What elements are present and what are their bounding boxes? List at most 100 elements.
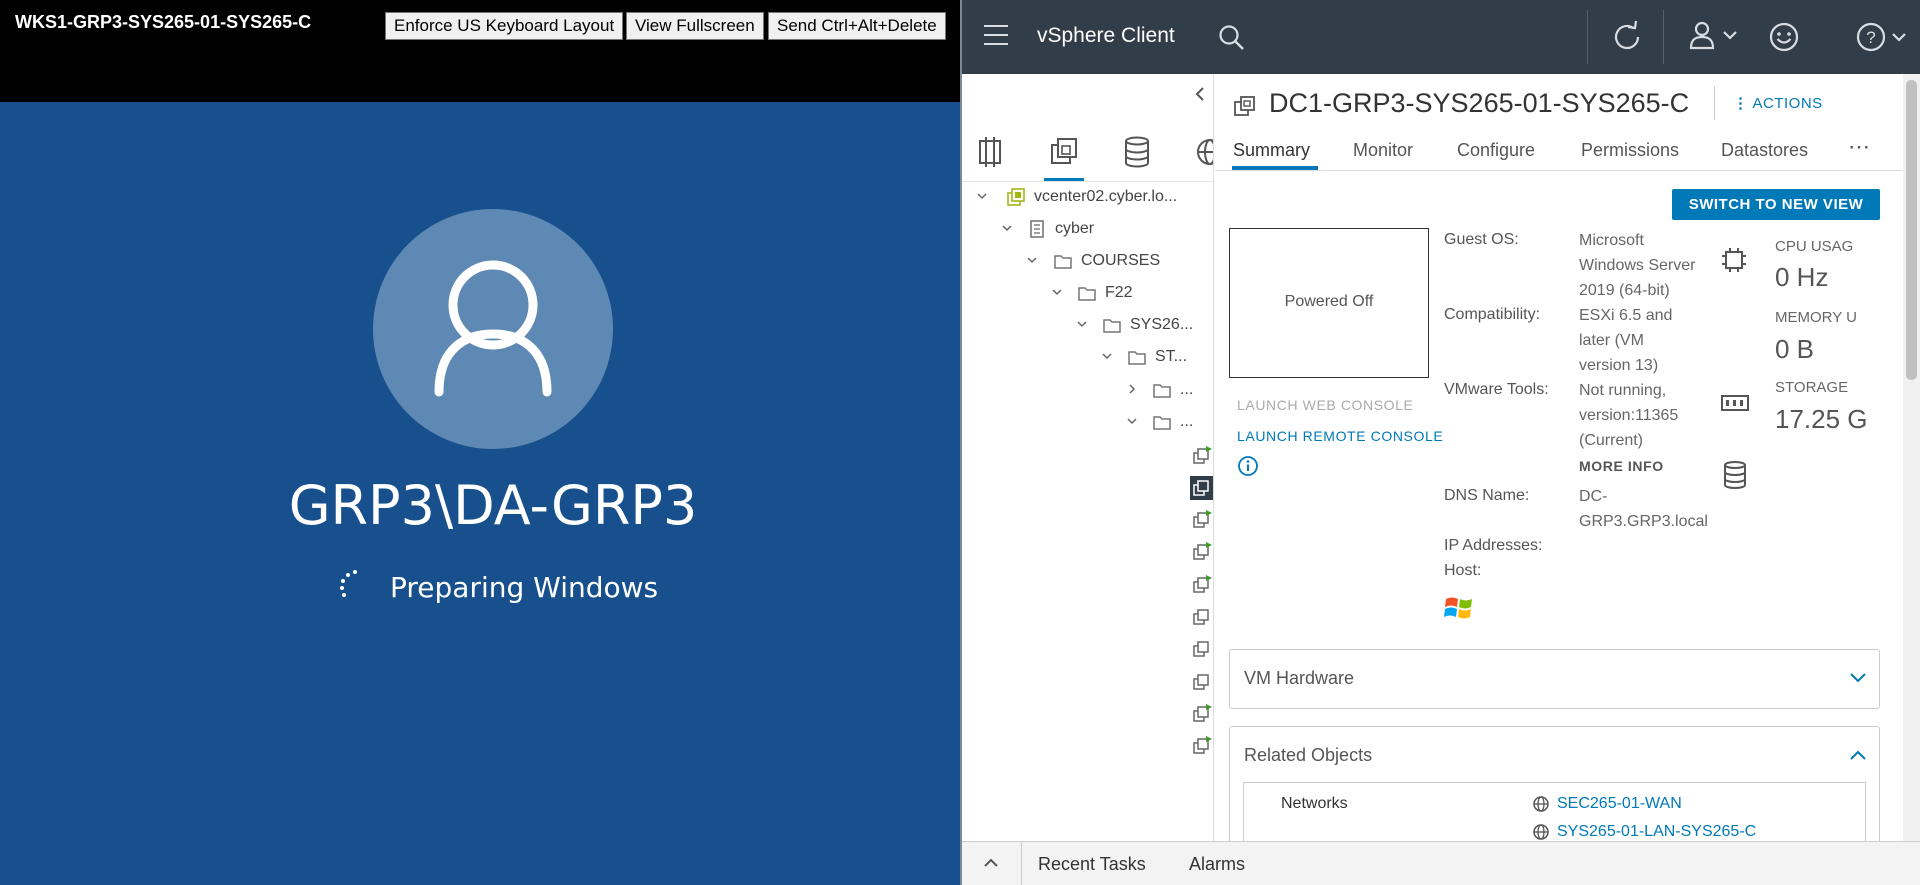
enforce-keyboard-button[interactable]: Enforce US Keyboard Layout [385, 12, 624, 40]
tree-node-vm[interactable] [1190, 540, 1213, 564]
vm-hardware-panel[interactable]: VM Hardware [1229, 649, 1880, 709]
tab-alarms[interactable]: Alarms [1189, 854, 1245, 875]
dns-name-line: DC- [1579, 488, 1608, 505]
storage-icon[interactable] [1119, 134, 1155, 170]
tree-node-label: COURSES [1081, 252, 1161, 269]
vmware-tools-line: Not running, [1579, 382, 1667, 399]
vm-icon [1193, 674, 1209, 690]
vm-icon [1193, 736, 1212, 754]
smiley-icon[interactable] [1768, 21, 1800, 53]
refresh-icon[interactable] [1611, 21, 1643, 53]
app-title: vSphere Client [1037, 24, 1175, 47]
vm-console-thumbnail[interactable]: Powered Off [1229, 228, 1429, 378]
switch-to-new-view-button[interactable]: SWITCH TO NEW VIEW [1672, 189, 1880, 220]
inventory-navigator: vcenter02.cyber.lo... cyber COURSES F22 [962, 74, 1214, 841]
vm-icon [1193, 609, 1209, 625]
help-icon[interactable]: ? [1855, 21, 1913, 53]
chevron-down-icon[interactable] [1076, 318, 1088, 330]
user-icon[interactable] [1688, 20, 1742, 52]
power-status: Powered Off [1284, 293, 1374, 310]
info-icon[interactable] [1237, 455, 1259, 477]
console-window-title: WKS1-GRP3-SYS265-01-SYS265-C [15, 12, 312, 32]
hosts-clusters-icon[interactable] [972, 134, 1008, 170]
networking-icon[interactable] [1192, 134, 1214, 170]
tree-node-vm[interactable] [1190, 573, 1213, 597]
tree-node-vm[interactable] [1190, 734, 1213, 758]
folder-icon [1103, 319, 1121, 333]
desktop: WKS1-GRP3-SYS265-01-SYS265-C Enforce US … [0, 0, 1920, 885]
chevron-down-icon[interactable] [1001, 222, 1013, 234]
search-icon[interactable] [1218, 24, 1246, 52]
send-ctrl-alt-delete-button[interactable]: Send Ctrl+Alt+Delete [768, 12, 946, 40]
vmware-tools-value: Not running, version:11365 (Current) [1579, 378, 1678, 453]
vms-templates-icon[interactable] [1046, 134, 1082, 170]
compatibility-line: ESXi 6.5 and [1579, 307, 1673, 324]
memory-usage-value: 0 B [1775, 334, 1815, 364]
chevron-down-icon[interactable] [1026, 254, 1038, 266]
expand-bottom-panel[interactable] [962, 842, 1022, 885]
chevron-down-icon[interactable] [1126, 415, 1138, 427]
tree-node-vm[interactable] [1190, 508, 1213, 532]
tree-node-folder[interactable]: F22 [1051, 282, 1213, 306]
header-divider [1663, 10, 1664, 64]
tree-node-label: F22 [1105, 284, 1133, 301]
compatibility-value: ESXi 6.5 and later (VM version 13) [1579, 303, 1672, 378]
network-link[interactable]: SEC265-01-WAN [1557, 795, 1682, 813]
launch-remote-console-link[interactable]: LAUNCH REMOTE CONSOLE [1237, 428, 1443, 444]
launch-web-console-link[interactable]: LAUNCH WEB CONSOLE [1237, 397, 1414, 413]
vm-icon [1193, 641, 1209, 657]
vcenter-icon [1007, 188, 1025, 206]
tree-node-vm-selected[interactable] [1190, 476, 1213, 500]
tree-node-folder[interactable]: SYS26... [1076, 314, 1213, 338]
tab-configure[interactable]: Configure [1457, 140, 1535, 161]
ip-addresses-label: IP Addresses: [1444, 537, 1543, 554]
panel-title: VM Hardware [1244, 668, 1355, 688]
tree-node-folder[interactable]: ST... [1101, 346, 1213, 370]
tree-node-folder[interactable]: ... [1126, 379, 1213, 403]
chevron-down-icon[interactable] [1101, 350, 1113, 362]
guest-os-line: Windows Server [1579, 257, 1696, 274]
more-info-link[interactable]: MORE INFO [1579, 458, 1664, 474]
tree-node-label: cyber [1055, 220, 1095, 237]
chevron-up-icon[interactable] [983, 857, 999, 869]
tree-node-folder[interactable]: ... [1126, 411, 1213, 435]
compatibility-line: version 13) [1579, 357, 1659, 374]
folder-icon [1054, 255, 1072, 269]
tree-node-vm[interactable] [1190, 444, 1213, 468]
app-header: vSphere Client ? [962, 0, 1920, 74]
tab-summary[interactable]: Summary [1233, 140, 1310, 161]
compatibility-label: Compatibility: [1444, 306, 1541, 323]
tree-node-vcenter[interactable]: vcenter02.cyber.lo... [976, 186, 1213, 210]
folder-icon [1128, 351, 1146, 365]
cpu-usage-value: 0 Hz [1775, 262, 1829, 292]
compatibility-line: later (VM [1579, 332, 1644, 349]
tab-recent-tasks[interactable]: Recent Tasks [1038, 854, 1146, 875]
tab-datastores[interactable]: Datastores [1721, 140, 1808, 161]
actions-menu[interactable]: ⋮ ACTIONS [1733, 94, 1823, 112]
more-tabs-icon[interactable]: ⋯ [1848, 134, 1870, 160]
collapse-left-icon[interactable] [1193, 86, 1207, 102]
tree-node-vm[interactable] [1190, 702, 1213, 726]
chevron-right-icon[interactable] [1126, 383, 1138, 395]
network-link[interactable]: SYS265-01-LAN-SYS265-C [1557, 823, 1756, 841]
view-fullscreen-button[interactable]: View Fullscreen [626, 12, 764, 40]
tree-node-folder[interactable]: COURSES [1026, 250, 1213, 274]
tab-monitor[interactable]: Monitor [1353, 140, 1413, 161]
chevron-up-icon[interactable] [1849, 748, 1867, 762]
scrollbar-thumb[interactable] [1906, 80, 1917, 380]
chevron-down-icon[interactable] [1849, 671, 1867, 685]
chevron-down-icon[interactable] [1051, 286, 1063, 298]
tree-node-vm[interactable] [1190, 637, 1213, 661]
tree-node-vm[interactable] [1190, 605, 1213, 629]
remote-console[interactable]: WKS1-GRP3-SYS265-01-SYS265-C Enforce US … [0, 0, 960, 885]
content-scrollbar[interactable] [1903, 74, 1920, 841]
vm-icon [1193, 480, 1209, 496]
cpu-icon [1722, 248, 1746, 272]
svg-text:?: ? [1866, 28, 1875, 47]
menu-icon[interactable] [984, 24, 1010, 46]
related-objects-panel[interactable]: Related Objects Networks SEC265-01-WAN S… [1229, 726, 1880, 841]
tab-permissions[interactable]: Permissions [1581, 140, 1679, 161]
tree-node-datacenter[interactable]: cyber [1001, 218, 1213, 242]
tree-node-vm[interactable] [1190, 670, 1213, 694]
chevron-down-icon[interactable] [976, 190, 988, 202]
